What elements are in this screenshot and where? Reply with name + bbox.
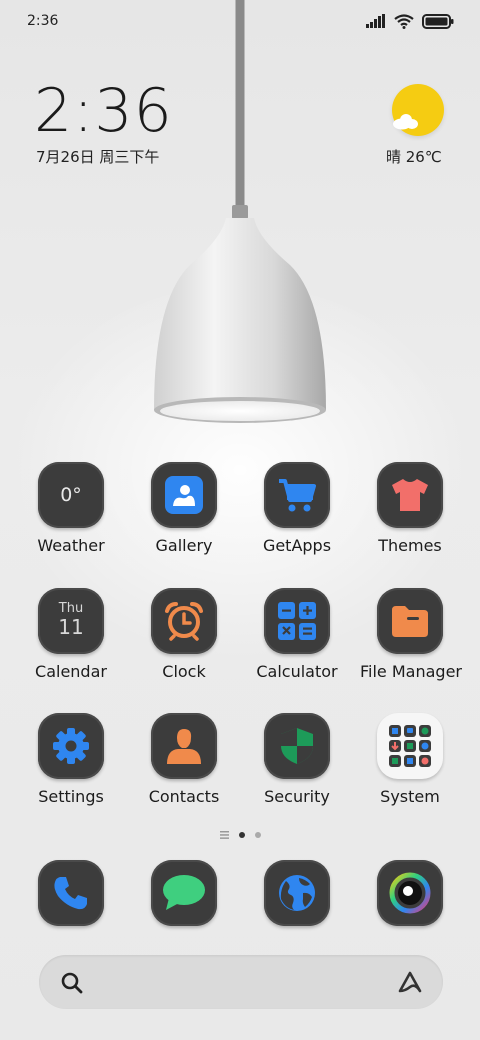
phone-icon: [38, 860, 104, 926]
status-time: 2:36: [27, 13, 59, 29]
gallery-icon: [151, 462, 217, 528]
person-icon: [151, 713, 217, 779]
app-calendar[interactable]: Thu 11 Calendar: [21, 588, 121, 681]
app-label: Security: [264, 787, 330, 806]
wifi-icon: [394, 13, 414, 29]
app-system-folder[interactable]: System: [360, 713, 460, 806]
app-label: Weather: [37, 536, 105, 555]
weather-icon-temp: 0°: [60, 484, 82, 506]
shield-icon: [264, 713, 330, 779]
list-view-icon: [219, 831, 229, 839]
app-calculator[interactable]: Calculator: [247, 588, 347, 681]
app-settings[interactable]: Settings: [21, 713, 121, 806]
globe-icon: [264, 860, 330, 926]
weather-icon: 0°: [38, 462, 104, 528]
app-weather[interactable]: 0° Weather: [21, 462, 121, 555]
gear-icon: [38, 713, 104, 779]
app-clock[interactable]: Clock: [134, 588, 234, 681]
app-label: Gallery: [155, 536, 213, 555]
app-gallery[interactable]: Gallery: [134, 462, 234, 555]
app-label: Contacts: [148, 787, 220, 806]
calendar-day: Thu: [58, 601, 84, 616]
t-shirt-icon: [377, 462, 443, 528]
lamp-illustration: [154, 0, 326, 423]
app-label: Settings: [38, 787, 104, 806]
page-dot: [254, 832, 261, 838]
cloud-icon: [393, 114, 418, 130]
app-security[interactable]: Security: [247, 713, 347, 806]
app-themes[interactable]: Themes: [360, 462, 460, 555]
weather-condition-temp[interactable]: 晴 26℃: [386, 146, 442, 167]
app-label: Clock: [162, 662, 206, 681]
shopping-cart-icon: [264, 462, 330, 528]
app-label: Themes: [378, 536, 442, 555]
battery-icon: [422, 13, 454, 29]
calendar-icon: Thu 11: [38, 588, 104, 654]
message-bubble-icon: [151, 860, 217, 926]
signal-icon: [366, 14, 385, 28]
alarm-clock-icon: [151, 588, 217, 654]
app-file-manager[interactable]: File Manager: [360, 588, 462, 681]
search-icon: [61, 972, 83, 994]
folder-icon: [377, 588, 443, 654]
camera-lens-icon: [377, 860, 443, 926]
page-dot-active: [238, 832, 245, 838]
page-indicator[interactable]: [200, 829, 280, 841]
dock-messages[interactable]: [134, 860, 234, 926]
folder-grid-icon: [377, 713, 443, 779]
calculator-icon: [264, 588, 330, 654]
app-label: System: [380, 787, 440, 806]
search-bar[interactable]: [39, 955, 443, 1009]
app-label: File Manager: [360, 662, 462, 681]
dock-browser[interactable]: [247, 860, 347, 926]
app-getapps[interactable]: GetApps: [247, 462, 347, 555]
dock-phone[interactable]: [21, 860, 121, 926]
app-label: GetApps: [262, 536, 332, 555]
calendar-date: 11: [58, 615, 84, 639]
app-contacts[interactable]: Contacts: [134, 713, 234, 806]
dock-camera[interactable]: [360, 860, 460, 926]
status-icons: [366, 12, 454, 30]
app-label: Calculator: [256, 662, 338, 681]
assistant-icon[interactable]: [396, 969, 424, 995]
app-label: Calendar: [35, 662, 107, 681]
